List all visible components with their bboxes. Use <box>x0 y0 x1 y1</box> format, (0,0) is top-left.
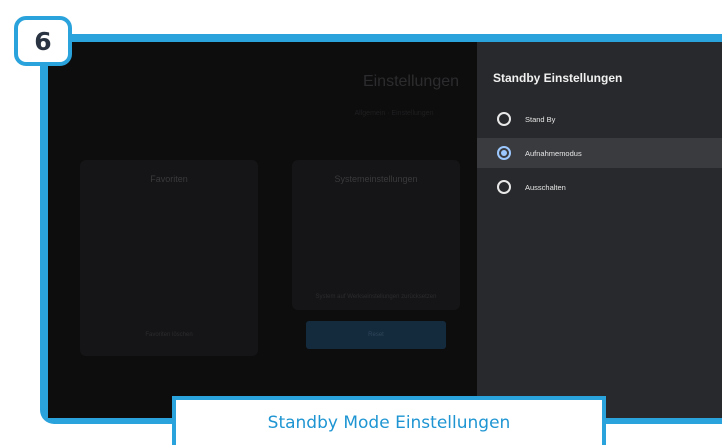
standby-option-label: Aufnahmemodus <box>525 148 582 158</box>
standby-option-stand-by[interactable]: Stand By <box>477 104 722 134</box>
step-number-badge: 6 <box>14 16 72 66</box>
radio-unselected-icon[interactable] <box>497 112 511 126</box>
favorites-card[interactable]: Favoriten Favoriten löschen <box>80 160 258 356</box>
delete-favorites-link[interactable]: Favoriten löschen <box>80 332 258 338</box>
standby-option-label: Ausschalten <box>525 182 566 192</box>
standby-option-label: Stand By <box>525 114 556 124</box>
radio-unselected-icon[interactable] <box>497 180 511 194</box>
tv-screen: Einstellungen Allgemein · Einstellungen … <box>48 42 722 418</box>
standby-settings-panel: Standby Einstellungen Stand By Aufnahmem… <box>477 42 722 418</box>
system-settings-card[interactable]: Systemeinstellungen System auf Werkseins… <box>292 160 460 310</box>
reset-button[interactable]: Reset <box>306 321 446 349</box>
background-page-title: Einstellungen <box>362 73 460 90</box>
favorites-card-title: Favoriten <box>150 174 188 184</box>
standby-option-aufnahmemodus[interactable]: Aufnahmemodus <box>477 138 722 168</box>
standby-option-ausschalten[interactable]: Ausschalten <box>477 172 722 202</box>
factory-reset-description: System auf Werkseinstellungen zurücksetz… <box>315 294 437 300</box>
caption-label: Standby Mode Einstellungen <box>172 396 606 445</box>
radio-selected-icon[interactable] <box>497 146 511 160</box>
background-page-subtitle: Allgemein · Einstellungen <box>354 110 434 117</box>
system-settings-card-title: Systemeinstellungen <box>334 174 418 184</box>
standby-panel-title: Standby Einstellungen <box>493 71 623 85</box>
